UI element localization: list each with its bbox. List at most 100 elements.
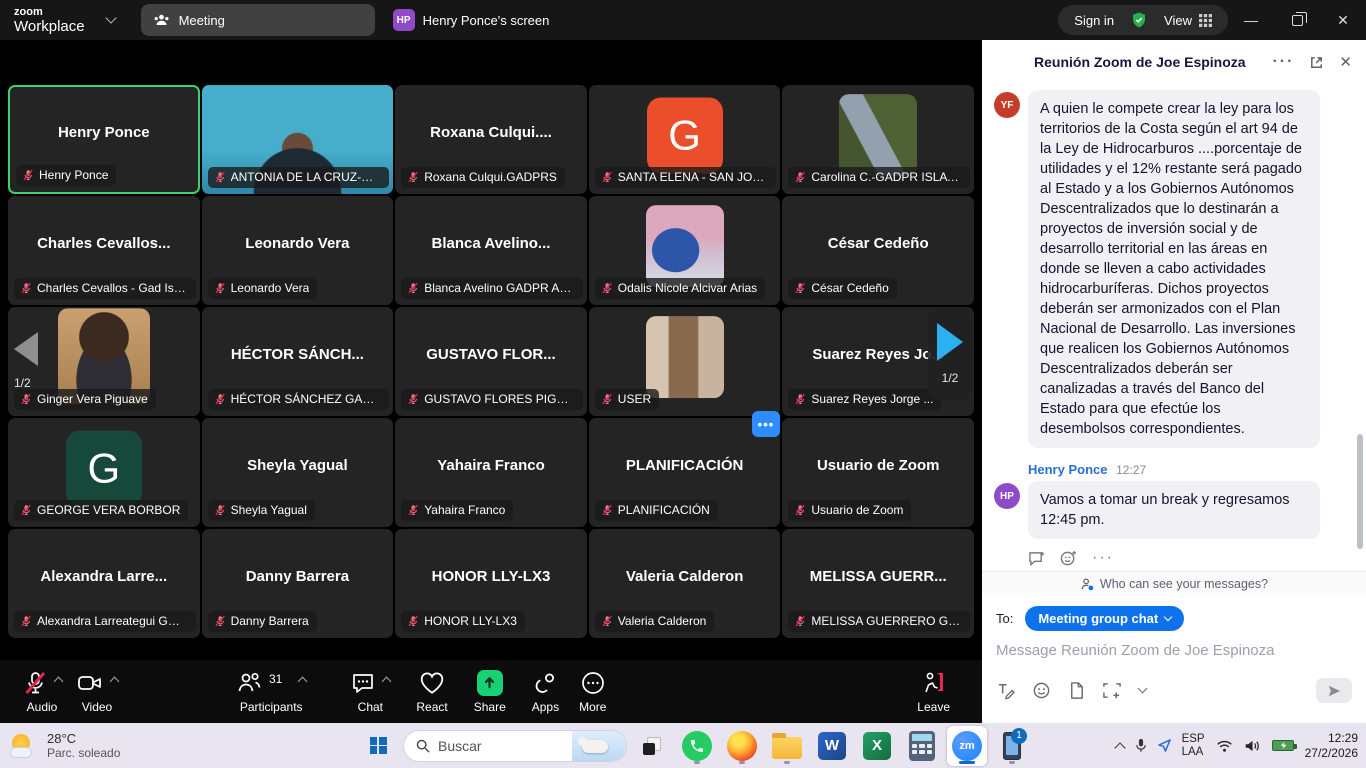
maximize-button[interactable]: [1274, 0, 1320, 40]
tab-screen-label: Henry Ponce's screen: [423, 13, 550, 28]
react-button[interactable]: React: [416, 670, 447, 714]
minimize-button[interactable]: —: [1228, 0, 1274, 40]
sign-in-button[interactable]: Sign in: [1074, 13, 1114, 28]
participant-tile[interactable]: Henry Ponce Henry Ponce: [8, 85, 200, 194]
chat-scrollbar[interactable]: [1357, 434, 1363, 549]
chat-options-chevron[interactable]: [382, 676, 392, 686]
task-view-button[interactable]: [632, 726, 672, 766]
participants-button[interactable]: 31 Participants: [236, 670, 306, 714]
sender-name[interactable]: Henry Ponce: [1028, 462, 1107, 477]
privacy-bar[interactable]: Who can see your messages?: [982, 571, 1366, 595]
compose-more-chevron[interactable]: [1138, 684, 1148, 694]
participant-tile[interactable]: USER: [589, 307, 781, 416]
tab-henry-ponces-screen[interactable]: HP Henry Ponce's screen: [393, 9, 550, 31]
participant-tile[interactable]: PLANIFICACIÓN PLANIFICACIÓN: [589, 418, 781, 527]
tile-more-options-button[interactable]: •••: [752, 411, 780, 437]
start-button[interactable]: [358, 726, 398, 766]
battery-charging-icon[interactable]: [1272, 740, 1294, 751]
file-explorer-app[interactable]: [767, 726, 807, 766]
location-in-use-icon[interactable]: [1158, 739, 1171, 752]
mic-muted-icon: [601, 615, 613, 627]
add-reaction-icon[interactable]: [1060, 550, 1077, 567]
security-shield-icon[interactable]: [1130, 11, 1148, 29]
participant-tile[interactable]: Sheyla Yagual Sheyla Yagual: [202, 418, 394, 527]
clock[interactable]: 12:29 27/2/2026: [1305, 731, 1358, 760]
participant-tile[interactable]: Carolina C.-GADPR ISLA SA...: [782, 85, 974, 194]
participant-tile[interactable]: G GEORGE VERA BORBOR: [8, 418, 200, 527]
leave-button[interactable]: Leave: [917, 670, 950, 714]
participant-tile[interactable]: Roxana Culqui.... Roxana Culqui.GADPRS: [395, 85, 587, 194]
screenshot-icon[interactable]: [1102, 681, 1122, 700]
view-button[interactable]: View: [1164, 13, 1212, 28]
video-options-chevron[interactable]: [110, 676, 120, 686]
participant-name: Blanca Avelino...: [395, 196, 587, 291]
search-input[interactable]: [438, 738, 548, 754]
speaker-icon[interactable]: [1244, 739, 1261, 753]
gallery-prev-page-button[interactable]: 1/2: [14, 332, 38, 390]
whatsapp-app[interactable]: [677, 726, 717, 766]
participant-tile[interactable]: Blanca Avelino... Blanca Avelino GADPR A…: [395, 196, 587, 305]
attach-file-icon[interactable]: [1068, 681, 1085, 700]
format-text-icon[interactable]: [996, 681, 1015, 700]
message-more-icon[interactable]: ···: [1092, 549, 1114, 567]
participant-tile[interactable]: Danny Barrera Danny Barrera: [202, 529, 394, 638]
participants-options-chevron[interactable]: [298, 676, 308, 686]
mic-muted-icon: [407, 171, 419, 183]
video-button[interactable]: Video: [76, 670, 118, 714]
arrow-right-icon: [937, 323, 963, 361]
tab-meeting[interactable]: Meeting: [141, 4, 375, 36]
meeting-main-area: Henry Ponce Henry Ponce: [0, 40, 982, 723]
share-button[interactable]: Share: [474, 670, 506, 714]
chat-button[interactable]: Chat: [350, 670, 390, 714]
participant-tile[interactable]: Yahaira Franco Yahaira Franco: [395, 418, 587, 527]
message-input[interactable]: [996, 642, 1352, 659]
chat-message: YF A quien le compete crear la ley para …: [994, 90, 1348, 448]
chevron-down-icon[interactable]: [105, 12, 116, 23]
mic-muted-icon: [214, 393, 226, 405]
chat-more-icon[interactable]: ···: [1272, 53, 1294, 71]
participant-tile[interactable]: MELISSA GUERR... MELISSA GUERRERO GADP..…: [782, 529, 974, 638]
mic-muted-icon: [214, 171, 226, 183]
close-button[interactable]: ✕: [1320, 0, 1366, 40]
apps-icon: [532, 670, 558, 696]
participant-tile[interactable]: Odalis Nicole Alcivar Arias: [589, 196, 781, 305]
word-app[interactable]: W: [812, 726, 852, 766]
chat-close-icon[interactable]: ✕: [1339, 53, 1352, 71]
emoji-icon[interactable]: [1032, 681, 1051, 700]
participant-tile[interactable]: César Cedeño César Cedeño: [782, 196, 974, 305]
excel-app[interactable]: X: [857, 726, 897, 766]
mic-in-use-icon[interactable]: [1135, 738, 1147, 753]
popout-icon[interactable]: [1309, 55, 1324, 70]
weather-widget[interactable]: 28°C Parc. soleado: [10, 723, 120, 768]
participant-tile[interactable]: Charles Cevallos... Charles Cevallos - G…: [8, 196, 200, 305]
participant-tile[interactable]: G SANTA ELENA - SAN JOSÉ ...: [589, 85, 781, 194]
send-button[interactable]: [1316, 678, 1352, 703]
participant-label: GUSTAVO FLORES PIGUAVE: [401, 389, 583, 410]
reply-in-thread-icon[interactable]: [1028, 551, 1045, 566]
zoom-app[interactable]: zm: [947, 726, 987, 766]
firefox-app[interactable]: [722, 726, 762, 766]
audio-options-chevron[interactable]: [54, 676, 64, 686]
participant-tile[interactable]: Leonardo Vera Leonardo Vera: [202, 196, 394, 305]
more-button[interactable]: More: [579, 670, 606, 714]
phone-link-app[interactable]: 1: [992, 726, 1032, 766]
more-ellipsis-icon: [580, 670, 606, 696]
hidden-icons-chevron[interactable]: [1114, 742, 1125, 753]
wifi-icon[interactable]: [1216, 739, 1233, 753]
participant-tile[interactable]: Usuario de Zoom Usuario de Zoom: [782, 418, 974, 527]
participant-tile[interactable]: GUSTAVO FLOR... GUSTAVO FLORES PIGUAVE: [395, 307, 587, 416]
participant-tile[interactable]: HÉCTOR SÁNCH... HÉCTOR SÁNCHEZ GAD AT...: [202, 307, 394, 416]
apps-button[interactable]: Apps: [532, 670, 559, 714]
gallery-next-page-button[interactable]: 1/2: [928, 308, 972, 400]
language-indicator[interactable]: ESP LAA: [1182, 733, 1205, 758]
restore-icon: [1292, 15, 1303, 26]
taskbar-search[interactable]: [403, 730, 627, 762]
participant-name: HÉCTOR SÁNCH...: [202, 307, 394, 402]
participant-tile[interactable]: Alexandra Larre... Alexandra Larreategui…: [8, 529, 200, 638]
participant-tile[interactable]: Valeria Calderon Valeria Calderon: [589, 529, 781, 638]
recipient-selector[interactable]: Meeting group chat: [1025, 606, 1184, 631]
participant-tile[interactable]: HONOR LLY-LX3 HONOR LLY-LX3: [395, 529, 587, 638]
audio-button[interactable]: Audio: [22, 670, 62, 714]
participant-tile[interactable]: ANTONIA DE LA CRUZ-GA...: [202, 85, 394, 194]
calculator-app[interactable]: [902, 726, 942, 766]
